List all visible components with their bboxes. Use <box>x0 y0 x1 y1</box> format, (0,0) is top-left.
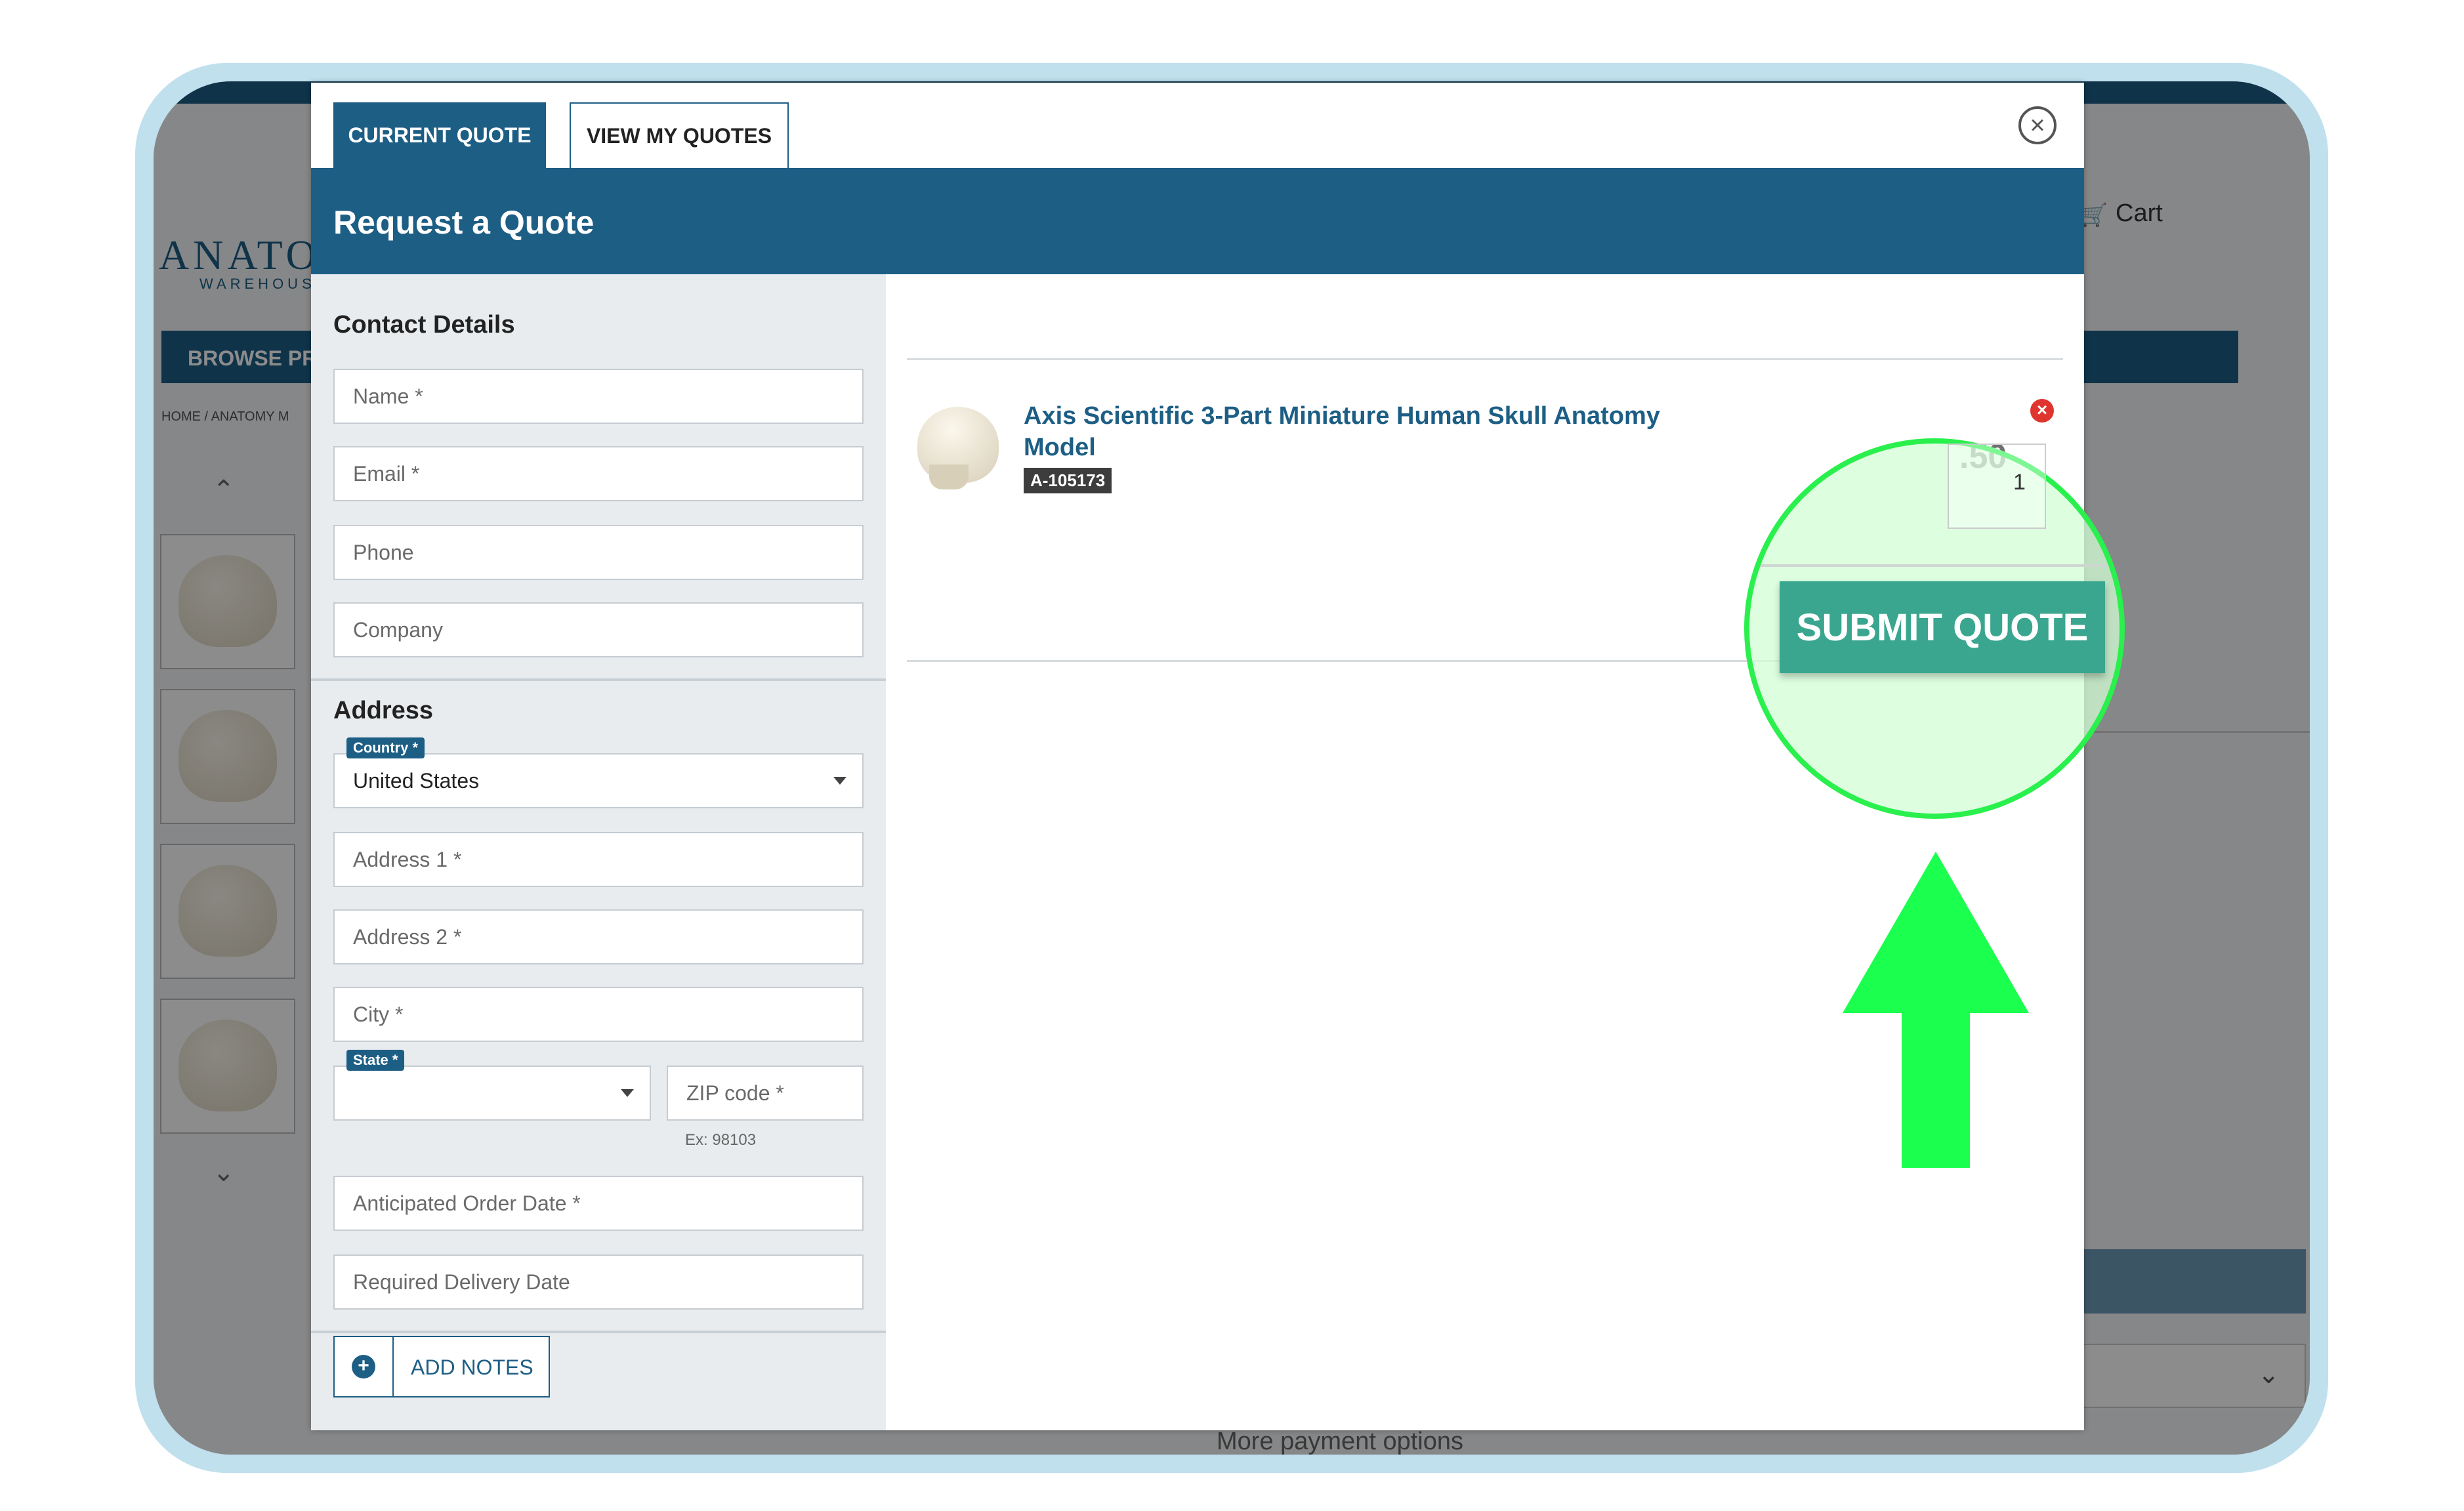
quantity-value: 1 <box>2013 470 2026 495</box>
arrow-up-icon <box>1843 852 2029 1013</box>
plus-circle-icon: + <box>335 1337 394 1396</box>
tab-current-quote[interactable]: CURRENT QUOTE <box>333 102 546 168</box>
required-delivery-date-field[interactable]: Required Delivery Date <box>333 1254 864 1310</box>
modal-title: Request a Quote <box>333 204 595 241</box>
caret-down-icon <box>621 1089 634 1097</box>
country-select[interactable]: United States <box>333 753 864 808</box>
contact-section-title: Contact Details <box>333 311 515 339</box>
country-badge: Country * <box>346 737 425 758</box>
city-field[interactable]: City * <box>333 987 864 1042</box>
quantity-field[interactable] <box>1948 444 2046 529</box>
address2-field[interactable]: Address 2 * <box>333 909 864 964</box>
modal-header: Request a Quote <box>311 168 2084 274</box>
address-section-title: Address <box>333 697 434 724</box>
zip-field[interactable]: ZIP code * <box>667 1066 864 1121</box>
company-field[interactable]: Company <box>333 602 864 657</box>
email-field[interactable]: Email * <box>333 446 864 501</box>
section-divider <box>311 678 886 681</box>
divider <box>907 358 2063 360</box>
sku-badge: A-105173 <box>1024 468 1112 493</box>
product-image[interactable] <box>912 400 1005 493</box>
anticipated-order-date-field[interactable]: Anticipated Order Date * <box>333 1176 864 1231</box>
address1-field[interactable]: Address 1 * <box>333 832 864 887</box>
state-badge: State * <box>346 1050 405 1071</box>
product-title[interactable]: Axis Scientific 3-Part Miniature Human S… <box>1024 400 1713 463</box>
arrow-shaft <box>1902 1010 1970 1168</box>
phone-field[interactable]: Phone <box>333 525 864 580</box>
remove-item-icon[interactable]: × <box>2030 399 2054 423</box>
close-icon[interactable]: × <box>2018 106 2057 144</box>
zip-hint: Ex: 98103 <box>685 1131 757 1149</box>
country-value: United States <box>353 768 480 793</box>
state-select[interactable] <box>333 1066 651 1121</box>
add-notes-button[interactable]: + ADD NOTES <box>333 1336 550 1397</box>
add-notes-label: ADD NOTES <box>411 1356 533 1379</box>
name-field[interactable]: Name * <box>333 369 864 424</box>
section-divider <box>311 1331 886 1333</box>
contact-form: Contact Details Name * Email * Phone Com… <box>311 274 886 1430</box>
tab-view-my-quotes[interactable]: VIEW MY QUOTES <box>570 102 789 168</box>
caret-down-icon <box>833 777 846 785</box>
submit-quote-button[interactable]: SUBMIT QUOTE <box>1780 581 2105 673</box>
